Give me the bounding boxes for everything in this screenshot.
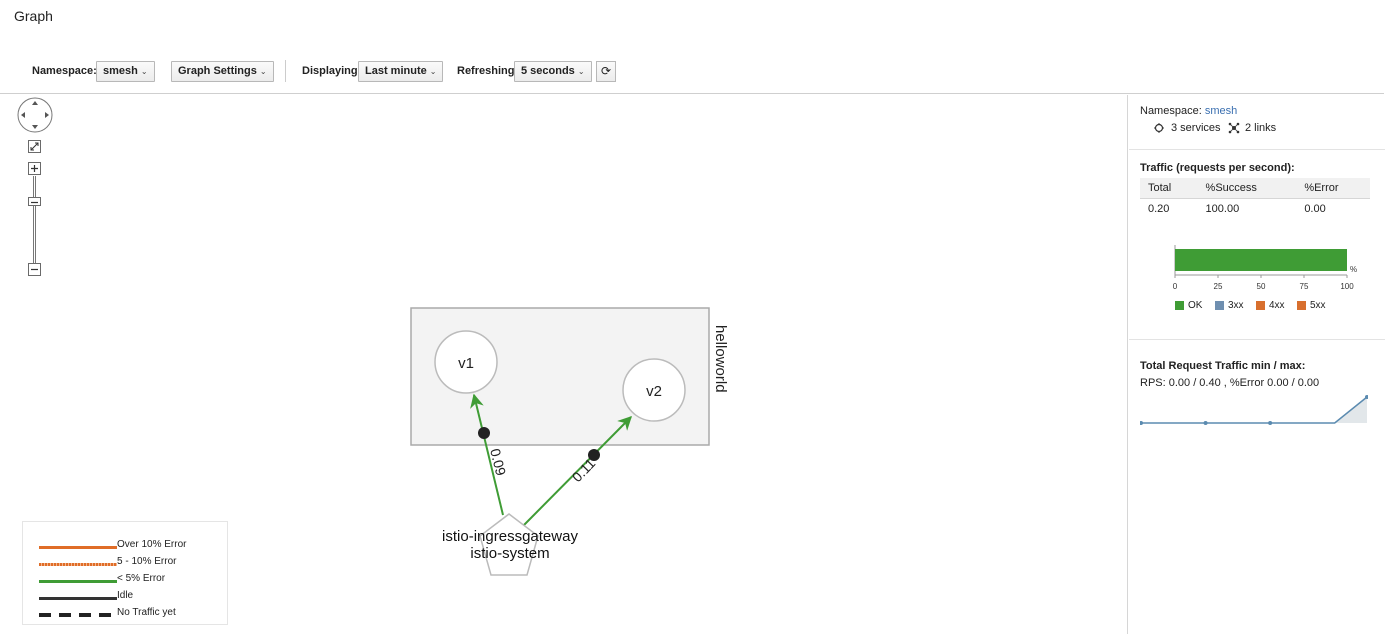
summary-namespace-label: Namespace:: [1140, 105, 1202, 117]
duration-dropdown[interactable]: Last minute ⌄: [358, 61, 444, 82]
links-count: 2 links: [1245, 122, 1277, 134]
sparkline-point: [1203, 421, 1208, 425]
column-header: %Error: [1296, 178, 1370, 199]
legend-swatch: [1297, 301, 1306, 310]
services-count: 3 services: [1171, 122, 1221, 134]
success-chart-legend: OK 3xx 4xx 5xx: [1175, 300, 1375, 314]
traffic-title: Traffic (requests per second):: [1140, 162, 1295, 174]
column-header: Total: [1140, 178, 1198, 199]
node-v1[interactable]: v1: [434, 330, 498, 394]
legend-swatch: [1256, 301, 1265, 310]
legend-label: No Traffic yet: [117, 607, 176, 618]
legend-label: Idle: [117, 590, 134, 601]
legend-label: 4xx: [1269, 300, 1285, 311]
legend-label: 5xx: [1310, 300, 1326, 311]
chevron-down-icon: ⌄: [429, 67, 437, 76]
graph-settings-dropdown[interactable]: Graph Settings ⌄: [171, 61, 274, 82]
legend-label: Over 10% Error: [117, 539, 187, 550]
legend-swatch: [39, 613, 117, 617]
chart-tick-label: 50: [1257, 282, 1266, 291]
graph-canvas[interactable]: helloworld v1 v2 0.09 0.11 istio-ingress…: [0, 95, 1127, 634]
namespace-value: smesh: [103, 65, 138, 77]
refresh-icon: ⟳: [600, 64, 612, 78]
refresh-interval-value: 5 seconds: [521, 65, 575, 77]
legend-swatch: [39, 580, 117, 583]
gateway-label: istio-ingressgateway: [442, 528, 578, 545]
legend-label: 3xx: [1228, 300, 1244, 311]
legend-swatch: [39, 563, 117, 566]
service-group-label: helloworld: [712, 325, 729, 393]
page-title: Graph: [14, 8, 53, 24]
node-istio-ingressgateway[interactable]: istio-ingressgateway istio-system: [442, 513, 578, 576]
services-icon: [1154, 123, 1164, 133]
chart-bar-ok: [1175, 249, 1347, 271]
chevron-down-icon: ⌄: [259, 67, 267, 76]
sparkline-line: [1141, 396, 1368, 424]
divider: [1129, 339, 1385, 340]
table-cell: 0.20: [1148, 202, 1170, 215]
traffic-table: Total %Success %Error 0.20 100.00 0.00: [1140, 178, 1370, 219]
chart-tick-label: 75: [1300, 282, 1309, 291]
refresh-button[interactable]: ⟳: [596, 61, 616, 82]
chart-tick-label: 0: [1173, 282, 1178, 291]
edge-traffic-dot: [478, 427, 490, 439]
legend-swatch: [1215, 301, 1224, 310]
node-v1-label: v1: [458, 355, 474, 372]
legend-label: 5 - 10% Error: [117, 556, 177, 567]
edge-rate-label: 0.09: [487, 447, 509, 478]
links-icon: [1228, 122, 1240, 134]
legend-swatch: [1175, 301, 1184, 310]
table-cell: 0.00: [1304, 202, 1326, 215]
toolbar-divider: [285, 60, 286, 82]
legend-label: < 5% Error: [117, 573, 166, 584]
column-header: %Success: [1197, 178, 1297, 199]
legend-swatch: [39, 597, 117, 600]
displaying-label: Displaying: [302, 65, 358, 77]
chart-unit-label: %: [1350, 265, 1357, 274]
node-v2[interactable]: v2: [622, 358, 686, 422]
chart-tick-label: 100: [1340, 282, 1354, 291]
sparkline-area: [1141, 397, 1367, 423]
chevron-down-icon: ⌄: [577, 67, 585, 76]
legend-label: OK: [1188, 300, 1203, 311]
sparkline-point: [1268, 421, 1273, 425]
table-cell: 100.00: [1205, 202, 1240, 215]
refresh-interval-dropdown[interactable]: 5 seconds ⌄: [514, 61, 592, 82]
summary-namespace: Namespace: smesh: [1140, 105, 1237, 117]
chart-tick-label: 25: [1214, 282, 1223, 291]
legend-swatch: [39, 546, 117, 549]
sparkline-point: [1140, 421, 1143, 425]
rps-summary: RPS: 0.00 / 0.40 , %Error 0.00 / 0.00: [1140, 377, 1320, 389]
duration-value: Last minute: [365, 65, 427, 77]
namespace-label: Namespace:: [32, 65, 97, 77]
divider: [1129, 149, 1385, 150]
namespace-dropdown[interactable]: smesh ⌄: [96, 61, 155, 82]
table-header-row: Total %Success %Error: [1140, 178, 1370, 199]
node-v2-label: v2: [646, 383, 662, 400]
edge-legend: Over 10% Error 5 - 10% Error < 5% Error …: [22, 521, 228, 625]
refreshing-label: Refreshing: [457, 65, 515, 77]
summary-namespace-link[interactable]: smesh: [1205, 105, 1237, 117]
rps-title: Total Request Traffic min / max:: [1140, 360, 1306, 372]
summary-panel: Namespace: smesh 3 services 2 links Traf…: [1127, 95, 1385, 634]
graph-settings-label: Graph Settings: [178, 65, 257, 77]
graph-toolbar: Namespace: smesh ⌄ Graph Settings ⌄ Displa…: [0, 60, 1384, 94]
chevron-down-icon: ⌄: [140, 67, 148, 76]
rps-sparkline: [1140, 395, 1368, 425]
gateway-namespace-label: istio-system: [470, 545, 549, 562]
table-row: 0.20 100.00 0.00: [1140, 198, 1370, 219]
